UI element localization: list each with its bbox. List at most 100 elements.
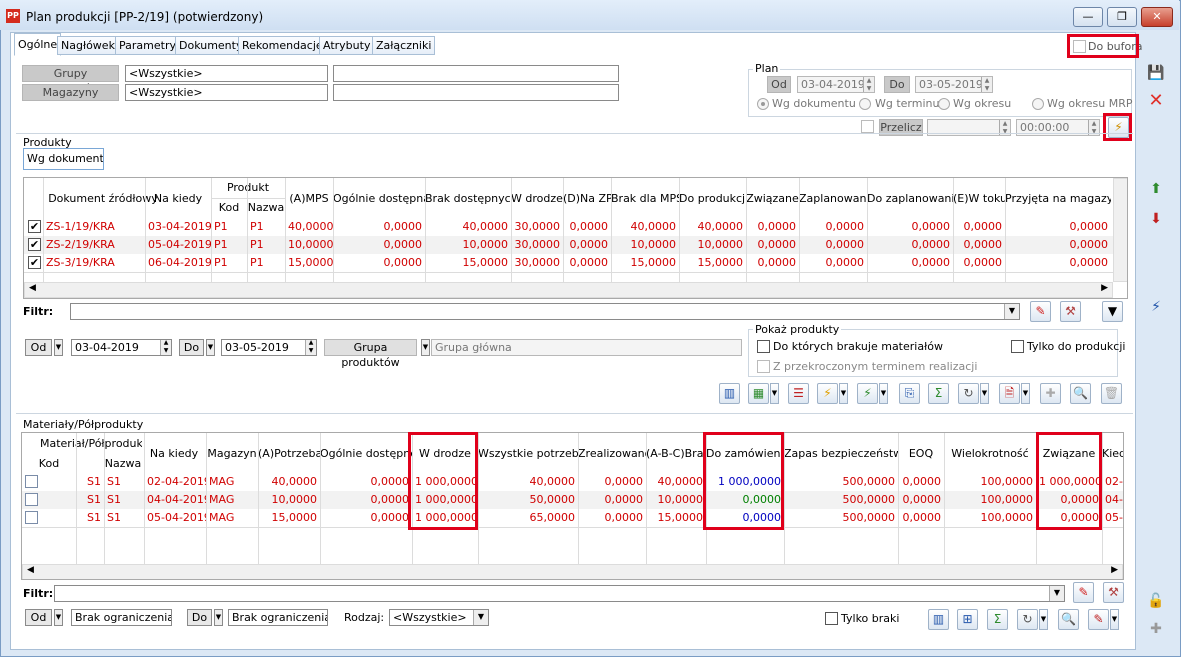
- col-do-zamowienia-header[interactable]: Do zamówienia: [706, 447, 784, 460]
- row-checkbox[interactable]: [25, 511, 38, 524]
- magazyny-field[interactable]: <Wszystkie>: [125, 84, 328, 101]
- tylko-braki-checkbox[interactable]: [825, 612, 838, 625]
- mat-edit-dropdown[interactable]: ▼: [1110, 609, 1119, 630]
- col-zapas-header[interactable]: Zapas bezpieczeństwa: [784, 447, 898, 460]
- col-apotrzeba-header[interactable]: (A)Potrzeba: [258, 447, 320, 460]
- chart-icon[interactable]: ▥: [719, 383, 740, 404]
- tab-rekomendacje[interactable]: Rekomendacje: [238, 36, 327, 55]
- radio-wg-okresu[interactable]: [938, 98, 950, 110]
- materialy-od-button[interactable]: Od: [25, 609, 52, 626]
- radio-wg-terminu[interactable]: [859, 98, 871, 110]
- generate-dropdown[interactable]: ▼: [839, 383, 848, 404]
- help-lightning-icon[interactable]: ⚡: [1108, 117, 1129, 138]
- col-nazwa-header[interactable]: Nazwa: [247, 201, 285, 214]
- tab-atrybuty[interactable]: Atrybuty: [319, 36, 375, 55]
- filter-tools-icon[interactable]: ⚒: [1060, 301, 1081, 322]
- col-mat-kod-header[interactable]: Kod: [22, 457, 76, 470]
- col-brak-header[interactable]: Brak dostępnych: [425, 192, 511, 205]
- grupy-produktow-desc[interactable]: [333, 65, 619, 82]
- col-na-kiedy-header[interactable]: Na kiedy: [145, 192, 211, 205]
- col-ew-toku-header[interactable]: (E)W toku: [953, 192, 1005, 205]
- col-abc-brak-header[interactable]: (A-B-C)Brak: [646, 447, 706, 460]
- do-bufora-checkbox[interactable]: [1073, 40, 1086, 53]
- row-checkbox[interactable]: ✔: [28, 220, 41, 233]
- produkty-od-dropdown[interactable]: ▼: [54, 339, 63, 356]
- row-checkbox[interactable]: [25, 493, 38, 506]
- col-w-drodze-header[interactable]: W drodze: [511, 192, 563, 205]
- tab-naglowek[interactable]: Nagłówek: [57, 36, 119, 55]
- materialy-filtr-input[interactable]: ▼: [54, 585, 1065, 602]
- materialy-do-button[interactable]: Do: [187, 609, 212, 626]
- tab-ogolne[interactable]: Ogólne: [14, 33, 62, 56]
- mat-refresh-dropdown[interactable]: ▼: [1039, 609, 1048, 630]
- produkty-do-button[interactable]: Do: [179, 339, 204, 356]
- rodzaj-select[interactable]: <Wszystkie> ▼: [389, 609, 489, 626]
- mat-search-icon[interactable]: 🔍: [1058, 609, 1079, 630]
- generate-icon[interactable]: ⚡: [817, 383, 838, 404]
- materialy-od-dropdown[interactable]: ▼: [54, 609, 63, 626]
- mat-refresh-icon[interactable]: ↻: [1017, 609, 1038, 630]
- produkty-filtr-input[interactable]: ▼: [70, 303, 1020, 320]
- tab-wg-dokumentu[interactable]: Wg dokumentu: [23, 148, 104, 170]
- grupa-produktow-button[interactable]: Grupa produktów: [324, 339, 417, 369]
- grid-icon[interactable]: ▦: [748, 383, 769, 404]
- materialy-do-dropdown[interactable]: ▼: [214, 609, 223, 626]
- grupy-produktow-field[interactable]: <Wszystkie>: [125, 65, 328, 82]
- mat-sum-icon[interactable]: Σ: [987, 609, 1008, 630]
- plan-do-button[interactable]: Do: [884, 76, 910, 93]
- lightning-icon[interactable]: ⚡: [1145, 296, 1167, 318]
- col-dna-zp-header[interactable]: (D)Na ZP: [563, 192, 611, 205]
- grupa-glowna-field[interactable]: Grupa główna: [431, 339, 742, 356]
- row-checkbox[interactable]: ✔: [28, 256, 41, 269]
- col-mat-nazwa-header[interactable]: Nazwa: [104, 457, 142, 470]
- filter-dropdown-icon[interactable]: ▼: [1102, 301, 1123, 322]
- mat-clear-filter-icon[interactable]: ✎: [1073, 582, 1094, 603]
- materialy-od-field[interactable]: Brak ograniczenia: [71, 609, 172, 626]
- col-mat-na-kiedy-header[interactable]: Na kiedy: [144, 447, 204, 460]
- materialy-do-field[interactable]: Brak ograniczenia: [228, 609, 328, 626]
- produkty-do-date[interactable]: 03-05-2019 ▲ ▼: [221, 339, 317, 356]
- mat-table-icon[interactable]: ⊞: [957, 609, 978, 630]
- col-eoq-header[interactable]: EOQ: [898, 447, 944, 460]
- grupy-produktow-button[interactable]: Grupy produktów: [22, 65, 119, 95]
- magazyny-desc[interactable]: [333, 84, 619, 101]
- mat-edit-icon[interactable]: ✎: [1088, 609, 1109, 630]
- col-zaplanowana-header[interactable]: Zaplanowana: [799, 192, 867, 205]
- import-icon[interactable]: ⬇: [1145, 208, 1167, 230]
- refresh-dropdown[interactable]: ▼: [980, 383, 989, 404]
- plan-do-date[interactable]: 03-05-2019 ▲ ▼: [915, 76, 993, 93]
- col-mat-zwiazane-header[interactable]: Związane: [1036, 447, 1102, 460]
- produkty-od-date[interactable]: 03-04-2019 ▲ ▼: [71, 339, 172, 356]
- radio-wg-okresu-mrp[interactable]: [1032, 98, 1044, 110]
- tylko-produkcji-checkbox[interactable]: [1011, 340, 1024, 353]
- col-mat-ogolnie-header[interactable]: Ogólnie dostępne: [320, 447, 412, 460]
- add-icon[interactable]: ✚: [1040, 383, 1061, 404]
- row-checkbox[interactable]: ✔: [28, 238, 41, 251]
- produkty-hscroll[interactable]: ◀ ▶: [24, 282, 1113, 298]
- generate-green-icon[interactable]: ⚡: [857, 383, 878, 404]
- radio-wg-dokumentu[interactable]: [757, 98, 769, 110]
- close-button[interactable]: ✕: [1141, 7, 1173, 27]
- save-icon[interactable]: 💾: [1145, 62, 1167, 84]
- materialy-hscroll[interactable]: ◀ ▶: [22, 564, 1123, 579]
- col-zwiazane-header[interactable]: Związane: [746, 192, 799, 205]
- tab-dokumenty[interactable]: Dokumenty: [175, 36, 247, 55]
- produkty-vscroll[interactable]: [1113, 178, 1127, 282]
- magazyny-button[interactable]: Magazyny: [22, 84, 119, 101]
- clear-filter-icon[interactable]: ✎: [1030, 301, 1051, 322]
- export-icon[interactable]: ⬆: [1145, 178, 1167, 200]
- search-icon[interactable]: 🔍: [1070, 383, 1091, 404]
- col-magazyn-header[interactable]: Magazyn: [206, 447, 258, 460]
- minimize-button[interactable]: —: [1073, 7, 1103, 27]
- col-ogolnie-header[interactable]: Ogólnie dostępna: [333, 192, 425, 205]
- col-kod-header[interactable]: Kod: [211, 201, 247, 214]
- col-mat-w-drodze-header[interactable]: W drodze: [412, 447, 478, 460]
- document-icon[interactable]: 🗎: [999, 383, 1020, 404]
- plan-od-button[interactable]: Od: [767, 76, 791, 93]
- maximize-button[interactable]: ❐: [1107, 7, 1137, 27]
- grupa-dropdown[interactable]: ▼: [421, 339, 430, 356]
- col-brak-mps-header[interactable]: Brak dla MPS: [611, 192, 679, 205]
- document-dropdown[interactable]: ▼: [1021, 383, 1030, 404]
- copy-icon[interactable]: ⎘: [899, 383, 920, 404]
- grid-dropdown[interactable]: ▼: [770, 383, 779, 404]
